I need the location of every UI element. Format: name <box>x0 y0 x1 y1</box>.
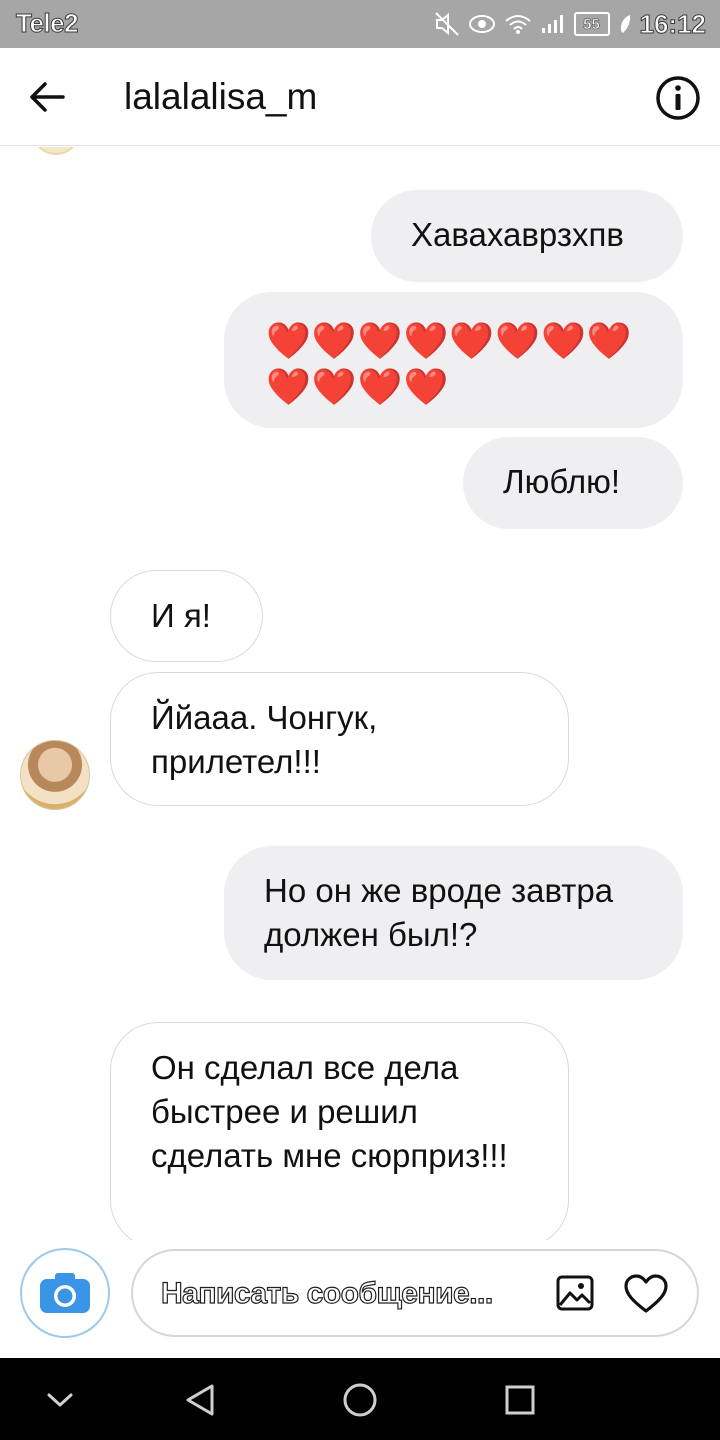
info-button[interactable] <box>654 74 702 122</box>
message-composer: Написать сообщение... <box>0 1240 720 1358</box>
status-bar: Tele2 55 16:12 <box>0 0 720 48</box>
image-icon <box>556 1275 594 1311</box>
message-bubble-incoming[interactable]: И я! <box>110 570 263 662</box>
avatar <box>34 147 78 155</box>
message-text: И я! <box>151 597 211 634</box>
message-placeholder: Написать сообщение... <box>160 1276 493 1310</box>
chevron-down-icon <box>47 1393 73 1407</box>
message-text: Люблю! <box>503 463 620 500</box>
like-button[interactable] <box>621 1271 671 1317</box>
leaf-icon <box>618 13 632 35</box>
message-bubble-outgoing[interactable]: ❤️❤️❤️❤️❤️❤️❤️❤️❤️❤️❤️❤️ <box>224 292 683 428</box>
clock: 16:12 <box>639 8 706 39</box>
heart-icon <box>624 1274 668 1313</box>
dm-screen: Tele2 55 16:12 lalalalisa_m Хавахаврзхпв… <box>0 0 720 1440</box>
message-text: Но он же вроде завтра должен был!? <box>264 872 614 953</box>
gallery-button[interactable] <box>553 1271 597 1315</box>
contact-avatar[interactable] <box>20 740 90 810</box>
camera-button[interactable] <box>20 1248 110 1338</box>
arrow-left-icon <box>30 82 65 112</box>
wifi-icon <box>504 13 532 35</box>
message-bubble-outgoing[interactable]: Люблю! <box>463 437 683 529</box>
back-nav-button[interactable] <box>176 1376 224 1424</box>
recents-square-icon <box>505 1385 535 1415</box>
home-nav-button[interactable] <box>336 1376 384 1424</box>
eye-icon <box>468 13 496 35</box>
message-text: ❤️❤️❤️❤️❤️❤️❤️❤️❤️❤️❤️❤️ <box>266 320 633 407</box>
message-bubble-outgoing[interactable]: Но он же вроде завтра должен был!? <box>224 846 683 980</box>
status-icons: 55 16:12 <box>434 6 706 42</box>
mute-icon <box>434 11 460 37</box>
message-text: Хавахаврзхпв <box>411 216 624 253</box>
message-bubble-incoming[interactable]: Ййааа. Чонгук, прилетел!!! <box>110 672 569 806</box>
hide-nav-button[interactable] <box>36 1376 84 1424</box>
message-bubble-outgoing[interactable]: Хавахаврзхпв <box>371 190 683 282</box>
back-triangle-icon <box>186 1384 214 1416</box>
info-icon <box>656 76 700 120</box>
signal-icon <box>540 13 566 35</box>
back-button[interactable] <box>22 72 72 122</box>
recents-nav-button[interactable] <box>496 1376 544 1424</box>
home-circle-icon <box>343 1383 377 1417</box>
message-text: Ййааа. Чонгук, прилетел!!! <box>151 699 378 780</box>
chat-header: lalalalisa_m <box>0 48 720 146</box>
battery-icon: 55 <box>573 12 610 36</box>
message-bubble-incoming[interactable]: Он сделал все дела быстрее и решил сдела… <box>110 1022 569 1240</box>
chat-title[interactable]: lalalalisa_m <box>124 76 317 118</box>
carrier-name: Tele2 <box>15 8 79 39</box>
system-navigation-bar <box>0 1358 720 1440</box>
camera-icon <box>40 1273 90 1313</box>
message-input[interactable]: Написать сообщение... <box>131 1249 699 1337</box>
message-text: Он сделал все дела быстрее и решил сдела… <box>151 1049 508 1174</box>
message-list[interactable]: Хавахаврзхпв ❤️❤️❤️❤️❤️❤️❤️❤️❤️❤️❤️❤️ Лю… <box>0 147 720 1240</box>
